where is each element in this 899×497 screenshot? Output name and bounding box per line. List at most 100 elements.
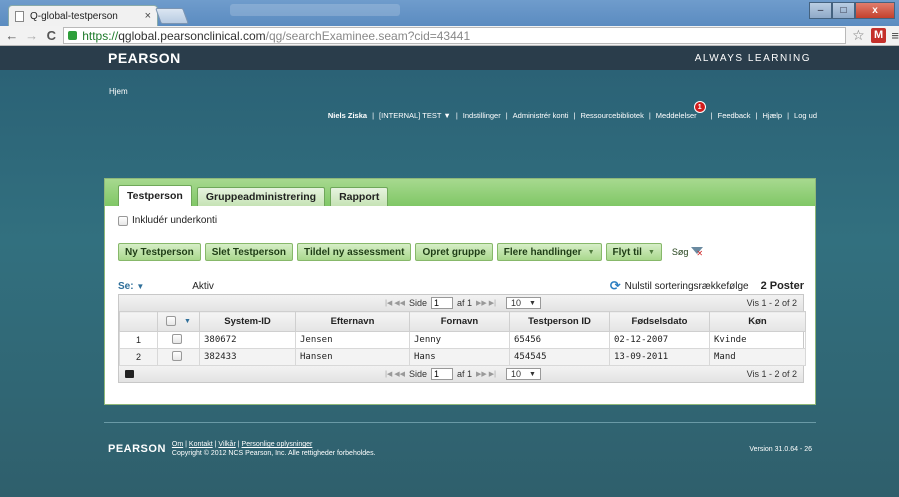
feedback-link[interactable]: Feedback xyxy=(718,111,751,120)
filter-row: Se: ▼ Aktiv ⟳ Nulstil sorteringsrækkeføl… xyxy=(118,278,804,294)
rows-per-page-select[interactable]: 10 ▼ xyxy=(505,368,541,380)
view-chevron-down-icon: ▼ xyxy=(136,281,145,291)
view-count: Vis 1 - 2 of 2 xyxy=(746,298,797,308)
tab-close-icon[interactable]: × xyxy=(145,10,151,22)
home-link[interactable]: Hjem xyxy=(109,87,128,96)
tab-report[interactable]: Rapport xyxy=(330,187,389,206)
table-header-row: ▼ System-ID Efternavn Fornavn Testperson… xyxy=(119,311,806,332)
reload-icon[interactable]: C xyxy=(43,28,59,43)
nav-separator: | xyxy=(710,110,713,120)
footer-terms-link[interactable]: Vilkår xyxy=(218,441,235,448)
first-prev-icons[interactable]: |◀ ◀◀ xyxy=(385,370,405,378)
back-icon[interactable]: ← xyxy=(4,28,20,43)
pager-top: |◀ ◀◀ Side af 1 ▶▶ ▶| 10 ▼ Vis 1 - 2 of 2 xyxy=(119,295,803,311)
chevron-down-icon: ▼ xyxy=(587,248,595,256)
action-toolbar: Ny Testperson Slet Testperson Tildel ny … xyxy=(118,243,704,261)
address-bar[interactable]: https:// qglobal.pearsonclinical.com /qg… xyxy=(63,27,847,44)
browser-menu-icon[interactable]: ≡ xyxy=(891,28,899,43)
create-group-button[interactable]: Opret gruppe xyxy=(415,243,493,261)
version-label: Version 31.0.64 - 26 xyxy=(749,445,812,453)
window-maximize-button[interactable]: □ xyxy=(832,2,855,19)
tab-group-admin[interactable]: Gruppeadministrering xyxy=(196,187,326,206)
page-input[interactable] xyxy=(431,368,454,380)
table-row[interactable]: 2 382433 Hansen Hans 454545 13-09-2011 M… xyxy=(119,348,806,366)
browser-tab[interactable]: Q-global-testperson × xyxy=(8,5,158,26)
footer-privacy-link[interactable]: Personlige oplysninger xyxy=(242,441,313,448)
new-testperson-button[interactable]: Ny Testperson xyxy=(118,243,201,261)
column-header-last-name[interactable]: Efternavn xyxy=(295,311,410,332)
clear-filter-icon[interactable] xyxy=(691,246,704,258)
search-label: Søg xyxy=(671,247,689,257)
side-label: Side xyxy=(409,298,428,308)
admin-accounts-link[interactable]: Administrér konti xyxy=(513,111,569,120)
column-header-sex[interactable]: Køn xyxy=(709,311,806,332)
table-row[interactable]: 1 380672 Jensen Jenny 65456 02-12-2007 K… xyxy=(119,331,806,349)
nav-separator: | xyxy=(505,110,508,120)
logout-link[interactable]: Log ud xyxy=(794,111,817,120)
bookmark-star-icon[interactable]: ☆ xyxy=(852,27,865,44)
select-chevron-down-icon[interactable]: ▼ xyxy=(184,318,191,325)
column-header-birthdate[interactable]: Fødselsdato xyxy=(609,311,710,332)
row-checkbox[interactable] xyxy=(171,333,182,344)
view-label: Se: xyxy=(118,280,134,292)
next-last-icons[interactable]: ▶▶ ▶| xyxy=(476,299,496,307)
more-actions-button[interactable]: Flere handlinger ▼ xyxy=(496,243,602,261)
column-header-system-id[interactable]: System-ID xyxy=(199,311,296,332)
footer-contact-link[interactable]: Kontakt xyxy=(189,441,213,448)
nav-separator: | xyxy=(755,110,758,120)
messages-link[interactable]: Meddelelser xyxy=(656,111,697,120)
nav-separator: | xyxy=(372,110,375,120)
settings-link[interactable]: Indstillinger xyxy=(463,111,501,120)
of-label: af 1 xyxy=(457,369,473,379)
cell-birthdate: 13-09-2011 xyxy=(609,348,710,366)
move-to-button[interactable]: Flyt til ▼ xyxy=(605,243,662,261)
side-label: Side xyxy=(409,369,428,379)
page-icon xyxy=(15,10,24,22)
cell-last-name: Hansen xyxy=(295,348,410,366)
view-selector[interactable]: Se: ▼ xyxy=(118,281,144,292)
lock-icon xyxy=(68,31,78,40)
select-all-header: ▼ xyxy=(157,311,200,332)
tab-bar: Testperson Gruppeadministrering Rapport xyxy=(105,179,815,206)
select-all-checkbox[interactable] xyxy=(166,316,177,327)
cell-first-name: Hans xyxy=(409,348,510,366)
reset-sort-label: Nulstil sorteringsrækkefølge xyxy=(624,280,749,292)
extension-icon[interactable]: M xyxy=(870,28,887,43)
url-scheme: https:// xyxy=(82,28,119,43)
cell-system-id: 382433 xyxy=(199,348,296,366)
column-header-testperson-id[interactable]: Testperson ID xyxy=(509,311,610,332)
cell-first-name: Jenny xyxy=(409,331,510,349)
rows-per-page-select[interactable]: 10 ▼ xyxy=(505,297,541,309)
chevron-down-icon: ▼ xyxy=(528,370,536,378)
rows-per-page-value: 10 xyxy=(510,298,521,308)
tab-testperson[interactable]: Testperson xyxy=(118,185,192,206)
footer-about-link[interactable]: Om xyxy=(172,441,183,448)
column-header-first-name[interactable]: Fornavn xyxy=(409,311,510,332)
resource-library-link[interactable]: Ressourcebibliotek xyxy=(580,111,643,120)
cell-birthdate: 02-12-2007 xyxy=(609,331,710,349)
footer-divider xyxy=(104,422,816,423)
page-input[interactable] xyxy=(431,297,454,309)
include-subaccounts[interactable]: Inkludér underkonti xyxy=(118,215,217,226)
forward-icon[interactable]: → xyxy=(24,28,40,43)
window-close-button[interactable]: x xyxy=(855,2,895,19)
row-checkbox[interactable] xyxy=(171,350,182,361)
testperson-grid: |◀ ◀◀ Side af 1 ▶▶ ▶| 10 ▼ Vis 1 - 2 of 2… xyxy=(118,294,806,383)
include-subaccounts-checkbox[interactable] xyxy=(118,215,128,226)
grid-options-icon[interactable] xyxy=(125,370,134,378)
next-last-icons[interactable]: ▶▶ ▶| xyxy=(476,370,496,378)
reset-sort-link[interactable]: ⟳ Nulstil sorteringsrækkefølge xyxy=(610,278,749,294)
record-count: 2 Poster xyxy=(760,280,804,292)
assign-assessment-button[interactable]: Tildel ny assessment xyxy=(297,243,412,261)
search-toggle[interactable]: Søg xyxy=(672,246,704,258)
row-select xyxy=(157,331,200,349)
messages-badge: 1 xyxy=(693,101,706,113)
delete-testperson-button[interactable]: Slet Testperson xyxy=(204,243,294,261)
org-selector[interactable]: [INTERNAL] TEST ▼ xyxy=(379,111,451,120)
pearson-logo[interactable]: PEARSON xyxy=(108,50,181,66)
user-name: Niels Ziska xyxy=(327,110,368,120)
new-tab-button[interactable] xyxy=(155,8,189,24)
first-prev-icons[interactable]: |◀ ◀◀ xyxy=(385,299,405,307)
window-minimize-button[interactable]: – xyxy=(809,2,832,19)
help-link[interactable]: Hjælp xyxy=(763,111,783,120)
